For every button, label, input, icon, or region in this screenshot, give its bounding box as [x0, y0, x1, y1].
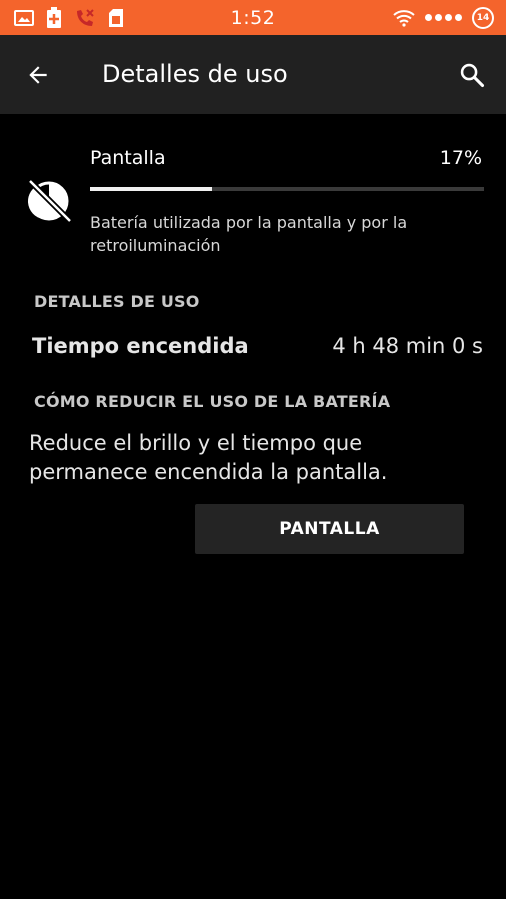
search-icon: [460, 63, 485, 88]
back-button[interactable]: [22, 59, 54, 91]
app-bar: Detalles de uso: [0, 35, 506, 114]
display-brightness-off-icon: [26, 177, 74, 225]
display-settings-button[interactable]: PANTALLA: [195, 504, 464, 554]
usage-progress-bar: [90, 187, 484, 191]
detail-value-time-on: 4 h 48 min 0 s: [332, 334, 483, 358]
arrow-back-icon: [29, 66, 47, 84]
signal-dots-icon: [425, 14, 462, 21]
usage-percent: 17%: [439, 147, 482, 169]
screen: 1:52 14 Detalles de uso Pantalla 17% Bat…: [0, 0, 506, 899]
usage-description: Batería utilizada por la pantalla y por …: [90, 213, 408, 255]
page-title: Detalles de uso: [102, 60, 288, 88]
usage-progress-fill: [90, 187, 213, 191]
notification-count-badge: 14: [472, 6, 494, 29]
usage-item-name: Pantalla: [90, 147, 166, 169]
detail-label-time-on: Tiempo encendida: [32, 334, 249, 358]
wifi-icon: [393, 9, 415, 27]
section-header-details: DETALLES DE USO: [34, 292, 200, 311]
status-system-icons: 14: [393, 0, 494, 35]
status-bar: 1:52 14: [0, 0, 506, 35]
section-header-reduce: CÓMO REDUCIR EL USO DE LA BATERÍA: [34, 392, 391, 411]
reduce-tip-text: Reduce el brillo y el tiempo que permane…: [29, 431, 388, 484]
search-button[interactable]: [456, 59, 488, 91]
